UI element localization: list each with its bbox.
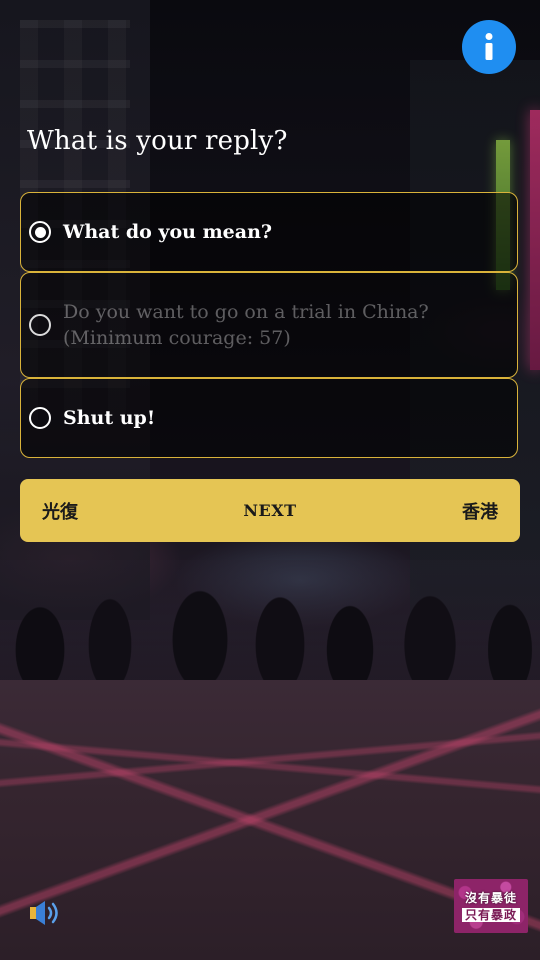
- info-button[interactable]: [462, 20, 516, 74]
- answer-option-3[interactable]: Shut up!: [20, 378, 518, 458]
- radio-button-icon[interactable]: [29, 221, 51, 243]
- answer-option-label: What do you mean?: [63, 221, 273, 243]
- logo-line-1: 沒有暴徒: [464, 890, 517, 905]
- answer-option-label: Do you want to go on a trial in China? (…: [63, 301, 429, 349]
- answer-option-1[interactable]: What do you mean?: [20, 192, 518, 272]
- info-icon: [485, 33, 493, 60]
- next-button[interactable]: 光復 NEXT 香港: [20, 479, 520, 542]
- background-neon-sign-pink: [530, 110, 540, 370]
- speaker-icon: [30, 901, 58, 925]
- background-crowd: [0, 560, 540, 690]
- next-button-left-text: 光復: [42, 501, 78, 523]
- radio-button-icon[interactable]: [29, 314, 51, 336]
- question-text: What is your reply?: [27, 126, 288, 156]
- sound-toggle-button[interactable]: [28, 898, 64, 928]
- next-button-right-text: 香港: [462, 501, 498, 523]
- radio-selected-dot: [34, 226, 46, 238]
- radio-button-icon[interactable]: [29, 407, 51, 429]
- logo-line-2: 只有暴政: [461, 907, 520, 922]
- game-screen: What is your reply? What do you mean? Do…: [0, 0, 540, 960]
- answer-option-label: Shut up!: [63, 407, 156, 429]
- slogan-logo: 沒有暴徒 只有暴政: [454, 879, 528, 933]
- answer-option-2[interactable]: Do you want to go on a trial in China? (…: [20, 272, 518, 378]
- next-button-label: NEXT: [243, 501, 297, 520]
